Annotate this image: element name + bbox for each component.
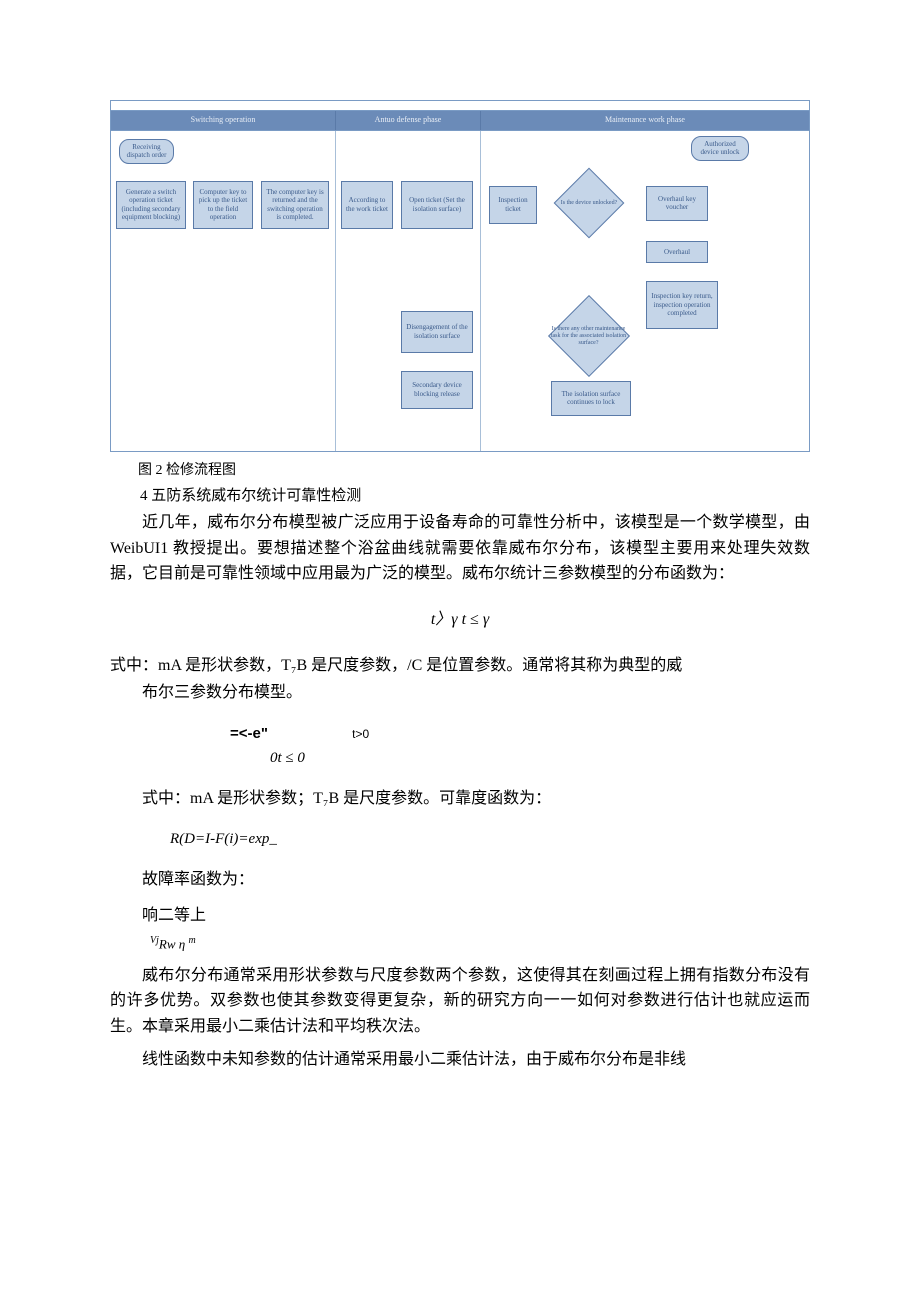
box-release: Secondary device blocking release: [401, 371, 473, 409]
formula-1: t〉γ t ≤ γ: [110, 607, 810, 633]
phase-antuo: Antuo defense phase: [336, 111, 481, 130]
box-receive: Receiving dispatch order: [119, 139, 174, 164]
paragraph-2: 式中：mA 是形状参数，T₇B 是尺度参数，/C 是位置参数。通常将其称为典型的…: [110, 653, 810, 706]
paragraph-3: 式中：mA 是形状参数；T₇B 是尺度参数。可靠度函数为：: [110, 786, 810, 812]
formula4-rw: Rw: [159, 936, 176, 951]
diamond-anyother: Is there any other maintenance task for …: [541, 309, 636, 364]
box-continues: The isolation surface continues to lock: [551, 381, 631, 416]
lane-switching: Receiving dispatch order Generate a swit…: [111, 131, 336, 451]
phase-maintenance: Maintenance work phase: [481, 111, 809, 130]
box-pickup: Computer key to pick up the ticket to th…: [193, 181, 253, 229]
formula4-m: m: [188, 935, 195, 946]
paragraph-6: 威布尔分布通常采用形状参数与尺度参数两个参数，这使得其在刻画过程上拥有指数分布没…: [110, 963, 810, 1040]
formula-4: VjRw η m: [150, 933, 810, 955]
paragraph-5: 响二等上: [110, 903, 810, 929]
paragraph-4: 故障率函数为：: [110, 867, 810, 893]
para2-line1: 式中：mA 是形状参数，T₇B 是尺度参数，/C 是位置参数。通常将其称为典型的…: [110, 657, 682, 674]
formula-2: =<-e" t>0 0t ≤ 0: [230, 722, 810, 770]
phase-switching: Switching operation: [111, 111, 336, 130]
formula4-vj: Vj: [150, 935, 159, 946]
box-generate: Generate a switch operation ticket (incl…: [116, 181, 186, 229]
formula4-eta: η: [179, 936, 185, 951]
box-according: According to the work ticket: [341, 181, 393, 229]
box-return: Inspection key return, inspection operat…: [646, 281, 718, 329]
formula2-row1: =<-e": [230, 725, 268, 742]
box-open: Open ticket (Set the isolation surface): [401, 181, 473, 229]
phase-header-row: Switching operation Antuo defense phase …: [111, 111, 809, 131]
box-disengage: Disengagement of the isolation surface: [401, 311, 473, 353]
box-overhaul: Overhaul: [646, 241, 708, 263]
diamond-unlocked: Is the device unlocked?: [553, 181, 625, 225]
flowchart-diagram: Switching operation Antuo defense phase …: [110, 100, 810, 452]
formula2-row2: 0t ≤ 0: [270, 746, 810, 770]
box-returned: The computer key is returned and the swi…: [261, 181, 329, 229]
paragraph-1: 近几年，威布尔分布模型被广泛应用于设备寿命的可靠性分析中，该模型是一个数学模型，…: [110, 510, 810, 587]
box-inspect: Inspection ticket: [489, 186, 537, 224]
lane-antuo: According to the work ticket Open ticket…: [336, 131, 481, 451]
paragraph-7: 线性函数中未知参数的估计通常采用最小二乘估计法，由于威布尔分布是非线: [110, 1047, 810, 1073]
lane-maintenance: Authorized device unlock Inspection tick…: [481, 131, 809, 451]
section-heading: 4 五防系统威布尔统计可靠性检测: [110, 484, 810, 508]
diagram-header-rows: [111, 101, 809, 111]
formula2-t0: t>0: [352, 727, 369, 741]
formula-3: R(D=I-F(i)=exp_: [170, 827, 810, 851]
lanes: Receiving dispatch order Generate a swit…: [111, 131, 809, 451]
box-voucher: Overhaul key voucher: [646, 186, 708, 221]
box-auth: Authorized device unlock: [691, 136, 749, 161]
figure-caption: 图 2 检修流程图: [110, 460, 810, 482]
para2-line2: 布尔三参数分布模型。: [110, 680, 810, 706]
